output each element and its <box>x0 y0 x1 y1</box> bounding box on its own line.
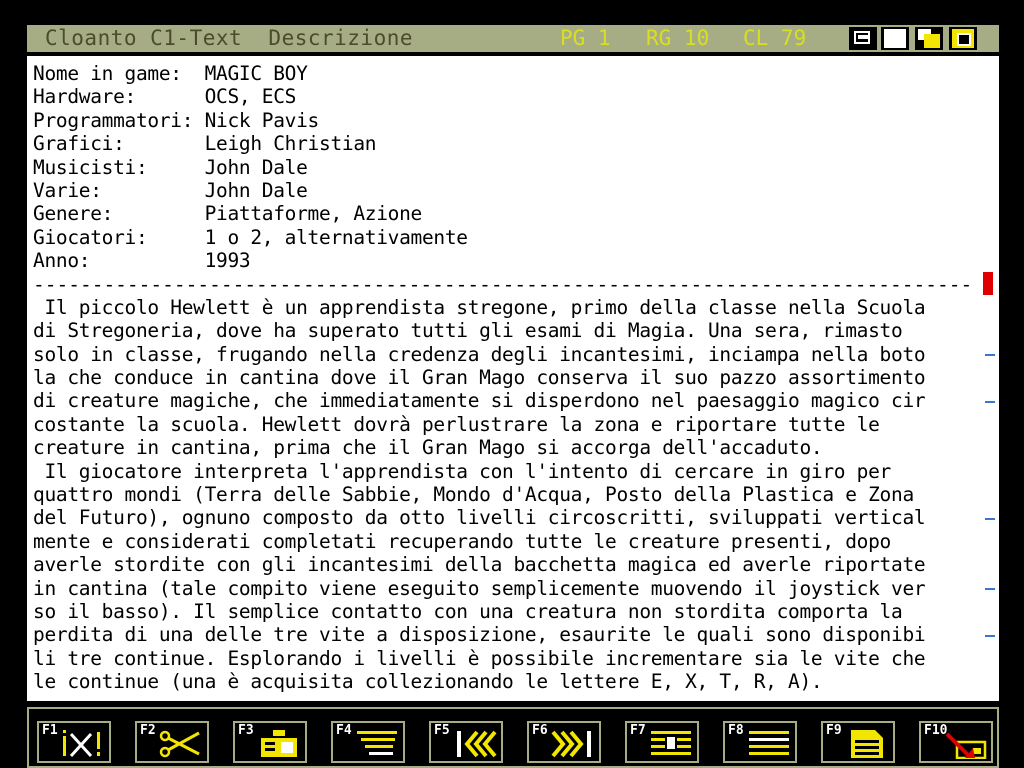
wrap-marker <box>985 517 995 520</box>
text-line: di Stregoneria, dove ha superato tutti g… <box>33 319 903 343</box>
f3-label: F3 <box>238 723 254 738</box>
f7-label: F7 <box>630 723 646 738</box>
text-line: Genere: Piattaforme, Azione <box>33 202 422 226</box>
f9-label: F9 <box>826 723 842 738</box>
window-title: Cloanto C1-Text Descrizione <box>45 26 414 50</box>
document-text: Nome in game: MAGIC BOY Hardware: OCS, EC… <box>33 62 993 694</box>
resize-gadget-icon[interactable] <box>949 27 977 50</box>
text-line: mente e considerati completati recuperan… <box>33 529 892 553</box>
f5-label: F5 <box>434 723 450 738</box>
f9-button[interactable]: F9 <box>821 721 895 763</box>
text-cursor <box>983 272 993 295</box>
text-line: del Futuro), ognuno composto da otto liv… <box>33 506 926 530</box>
clear-icon <box>63 730 100 758</box>
text-line: creature in cantina, prima che il Gran M… <box>33 436 823 460</box>
paste-icon <box>261 730 297 757</box>
f10-button[interactable]: F10 <box>919 721 993 763</box>
function-key-bar: F1 F2 F3 F4 F5 F6 F7 F8 F9 F10 <box>27 707 999 768</box>
quit-icon <box>945 732 987 759</box>
column-indicator: CL 79 <box>743 26 807 50</box>
zoom-gadget-icon[interactable] <box>881 27 909 50</box>
last-page-icon <box>551 730 591 758</box>
f8-label: F8 <box>728 723 744 738</box>
page-indicator: PG 1 <box>560 26 611 50</box>
f2-button[interactable]: F2 <box>135 721 209 763</box>
wrap-marker <box>985 634 995 637</box>
text-line: Hardware: OCS, ECS <box>33 85 297 109</box>
f1-label: F1 <box>42 723 58 738</box>
f5-button[interactable]: F5 <box>429 721 503 763</box>
text-line: Anno: 1993 <box>33 249 251 273</box>
depth-gadget-icon[interactable] <box>915 27 943 50</box>
text-line: Giocatori: 1 o 2, alternativamente <box>33 225 468 249</box>
text-line: Grafici: Leigh Christian <box>33 132 377 156</box>
text-line: in cantina (tale compito viene eseguito … <box>33 576 926 600</box>
f1-button[interactable]: F1 <box>37 721 111 763</box>
text-editor-area[interactable]: Nome in game: MAGIC BOY Hardware: OCS, EC… <box>27 56 999 701</box>
wrap-marker <box>985 400 995 403</box>
f4-button[interactable]: F4 <box>331 721 405 763</box>
text-line: li tre continue. Esplorando i livelli è … <box>33 646 926 670</box>
text-line: le continue (una è acquisita collezionan… <box>33 670 823 694</box>
text-line: costante la scuola. Hewlett dovrà perlus… <box>33 412 880 436</box>
f7-button[interactable]: F7 <box>625 721 699 763</box>
text-line: perdita di una delle tre vite a disposiz… <box>33 623 926 647</box>
wrap-marker <box>985 353 995 356</box>
iconify-gadget-icon[interactable] <box>849 27 877 50</box>
format-icon <box>357 731 397 755</box>
text-line: Programmatori: Nick Pavis <box>33 108 320 132</box>
cut-icon <box>159 730 200 758</box>
document-icon <box>851 730 883 758</box>
text-line: Il giocatore interpreta l'apprendista co… <box>33 459 892 483</box>
insert-icon <box>651 731 691 755</box>
text-line: averle stordite con gli incantesimi dell… <box>33 553 926 577</box>
text-line: Varie: John Dale <box>33 178 308 202</box>
f4-label: F4 <box>336 723 352 738</box>
text-line: solo in classe, frugando nella credenza … <box>33 342 926 366</box>
first-page-icon <box>457 730 497 758</box>
text-line: di creature magiche, che immediatamente … <box>33 389 926 413</box>
f6-button[interactable]: F6 <box>527 721 601 763</box>
f6-label: F6 <box>532 723 548 738</box>
text-line: Il piccolo Hewlett è un apprendista stre… <box>33 295 926 319</box>
separator-line: ----------------------------------------… <box>33 272 973 296</box>
align-icon <box>749 731 789 755</box>
f8-button[interactable]: F8 <box>723 721 797 763</box>
f2-label: F2 <box>140 723 156 738</box>
text-line: la che conduce in cantina dove il Gran M… <box>33 366 926 390</box>
row-indicator: RG 10 <box>646 26 710 50</box>
wrap-marker <box>985 587 995 590</box>
text-line: quattro mondi (Terra delle Sabbie, Mondo… <box>33 483 914 507</box>
text-line: so il basso). Il semplice contatto con u… <box>33 599 903 623</box>
f3-button[interactable]: F3 <box>233 721 307 763</box>
text-line: Musicisti: John Dale <box>33 155 308 179</box>
title-bar[interactable]: Cloanto C1-Text Descrizione PG 1 RG 10 C… <box>27 25 999 52</box>
text-line: Nome in game: MAGIC BOY <box>33 62 308 85</box>
